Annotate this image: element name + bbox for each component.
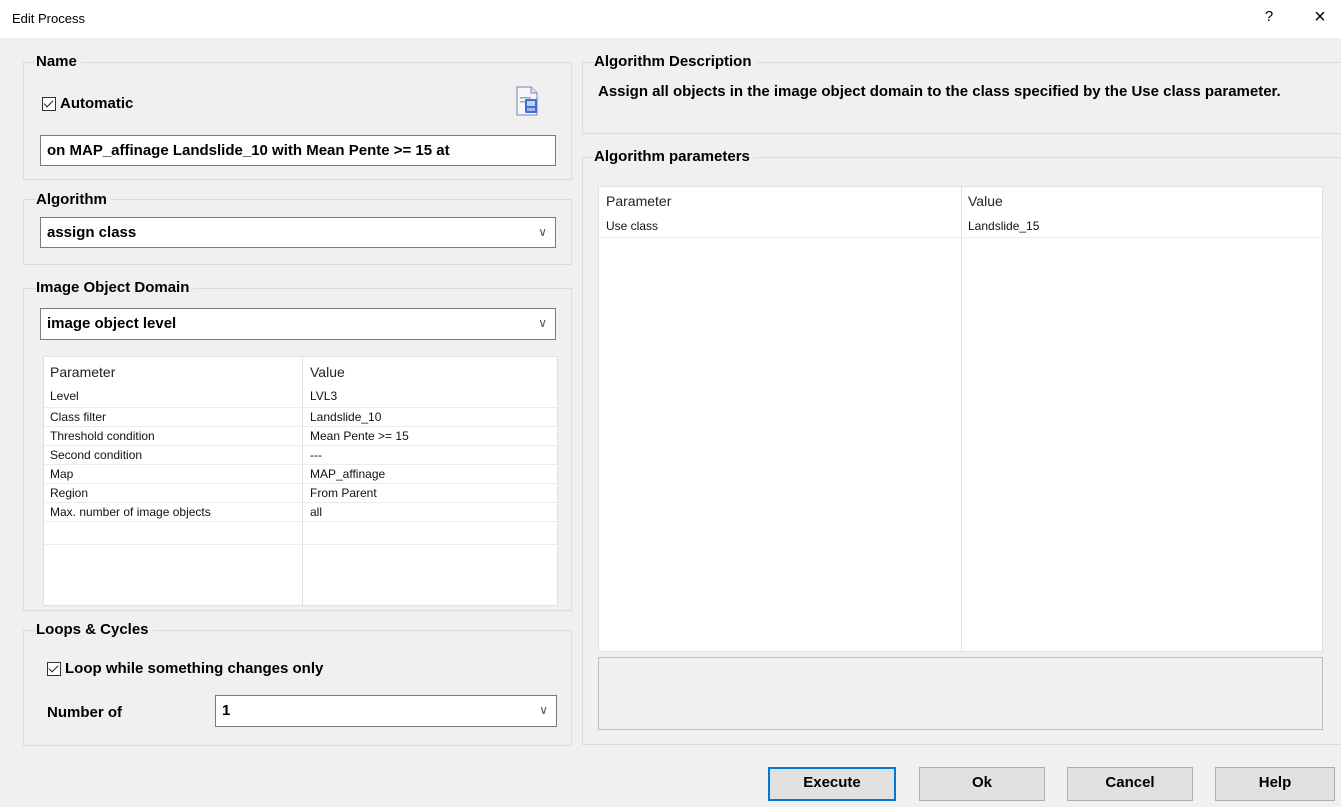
cancel-button[interactable]: Cancel [1067,767,1193,801]
close-icon[interactable]: × [1310,6,1330,29]
window-title: Edit Process [12,11,85,26]
chevron-down-icon: ∨ [539,703,548,717]
table-row-value[interactable]: Landslide_15 [968,219,1039,233]
loop-checkbox[interactable]: Loop while something changes only [47,660,323,677]
row-divider [44,426,557,427]
parameter-info-panel [598,657,1323,730]
algorithm-group-legend: Algorithm [36,191,111,208]
table-row-value[interactable]: MAP_affinage [310,467,385,481]
row-divider [44,544,557,545]
process-name-field[interactable]: on MAP_affinage Landslide_10 with Mean P… [40,135,556,166]
table-row-parameter[interactable]: Class filter [50,410,106,424]
automatic-checkbox[interactable]: Automatic [42,95,133,112]
help-icon[interactable]: ? [1262,8,1276,25]
table-row-parameter[interactable]: Map [50,467,73,481]
row-divider [599,237,1322,238]
row-divider [44,464,557,465]
help-button[interactable]: Help [1215,767,1335,801]
algorithm-selected-value: assign class [47,224,137,241]
grid-column-divider [302,357,303,605]
title-bar [0,0,1341,38]
row-divider [44,483,557,484]
algorithm-select[interactable]: assign class ∨ [40,217,556,248]
grid-column-divider [961,187,962,651]
row-divider [44,445,557,446]
table-row-value[interactable]: --- [310,448,322,462]
automatic-label: Automatic [60,95,134,112]
table-row-value[interactable]: Mean Pente >= 15 [310,429,409,443]
ok-button[interactable]: Ok [919,767,1045,801]
table-row-parameter[interactable]: Region [50,486,88,500]
number-of-cycles-select[interactable]: 1 ∨ [215,695,557,727]
grid-header-parameter: Parameter [606,193,672,209]
loops-cycles-legend: Loops & Cycles [36,621,153,638]
number-of-label: Number of [47,704,122,721]
image-object-domain-legend: Image Object Domain [36,279,194,296]
table-row-parameter[interactable]: Threshold condition [50,429,155,443]
table-row-parameter[interactable]: Level [50,389,79,403]
grid-header-parameter: Parameter [50,364,116,380]
domain-selected-value: image object level [47,315,177,332]
domain-select[interactable]: image object level ∨ [40,308,556,340]
number-of-cycles-value: 1 [222,702,231,719]
table-row-value[interactable]: From Parent [310,486,377,500]
algorithm-parameters-legend: Algorithm parameters [594,148,754,165]
row-divider [44,502,557,503]
automatic-checkbox-box[interactable] [42,96,56,111]
table-row-value[interactable]: LVL3 [310,389,337,403]
table-row-value[interactable]: Landslide_10 [310,410,381,424]
grid-header-value: Value [968,193,1003,209]
loops-cycles-group [23,630,572,746]
document-edit-icon[interactable] [514,86,540,116]
row-divider [44,521,557,522]
table-row-parameter[interactable]: Max. number of image objects [50,505,211,519]
row-divider [44,407,557,408]
algorithm-description-legend: Algorithm Description [594,53,756,70]
loop-checkbox-box[interactable] [47,661,61,676]
name-group-legend: Name [36,53,81,70]
algorithm-description-text: Assign all objects in the image object d… [598,83,1281,100]
chevron-down-icon: ∨ [538,225,547,239]
grid-header-value: Value [310,364,345,380]
table-row-parameter[interactable]: Second condition [50,448,142,462]
table-row-parameter[interactable]: Use class [606,219,658,233]
chevron-down-icon: ∨ [538,316,547,330]
table-row-value[interactable]: all [310,505,322,519]
domain-parameter-grid: Parameter Value Level LVL3 Class filter … [43,356,558,606]
algorithm-parameter-grid: Parameter Value Use class Landslide_15 [598,186,1323,652]
execute-button[interactable]: Execute [768,767,896,801]
loop-label: Loop while something changes only [65,660,324,677]
